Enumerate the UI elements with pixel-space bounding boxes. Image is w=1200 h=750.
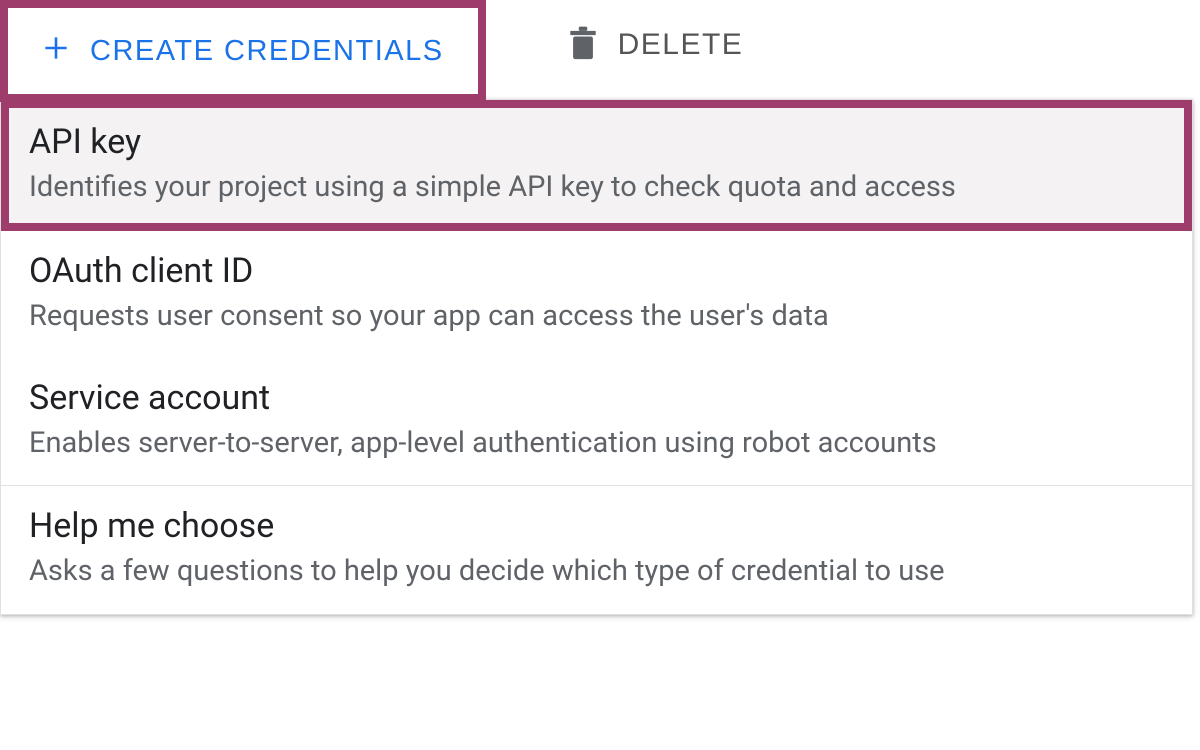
menu-item-help-me-choose[interactable]: Help me choose Asks a few questions to h…: [1, 486, 1192, 613]
menu-item-desc: Enables server-to-server, app-level auth…: [29, 424, 1164, 463]
delete-label: DELETE: [618, 28, 744, 62]
trash-icon: [566, 25, 600, 65]
create-credentials-button[interactable]: CREATE CREDENTIALS: [0, 0, 486, 102]
delete-button[interactable]: DELETE: [486, 0, 744, 90]
menu-item-desc: Requests user consent so your app can ac…: [29, 297, 1164, 336]
menu-item-title: Service account: [29, 378, 1164, 418]
menu-item-desc: Identifies your project using a simple A…: [29, 168, 1164, 207]
menu-item-title: API key: [29, 122, 1164, 162]
credentials-dropdown: API key Identifies your project using a …: [0, 99, 1193, 615]
menu-item-title: Help me choose: [29, 506, 1164, 546]
menu-item-oauth-client-id[interactable]: OAuth client ID Requests user consent so…: [1, 231, 1192, 358]
menu-item-api-key[interactable]: API key Identifies your project using a …: [1, 100, 1192, 231]
menu-item-service-account[interactable]: Service account Enables server-to-server…: [1, 358, 1192, 485]
menu-item-title: OAuth client ID: [29, 251, 1164, 291]
create-credentials-label: CREATE CREDENTIALS: [90, 35, 444, 68]
plus-icon: [42, 34, 70, 68]
toolbar: CREATE CREDENTIALS DELETE: [0, 0, 1200, 102]
menu-item-desc: Asks a few questions to help you decide …: [29, 552, 1164, 591]
